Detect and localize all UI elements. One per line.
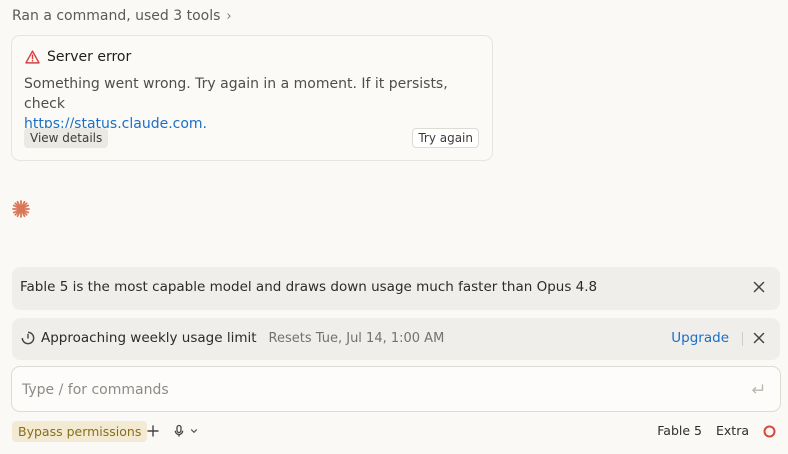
- permission-mode-button[interactable]: Bypass permissions: [12, 421, 148, 442]
- enter-icon[interactable]: [750, 382, 765, 397]
- spark-icon: [12, 200, 30, 218]
- usage-limit-label: Approaching weekly usage limit: [41, 330, 257, 346]
- error-message-text: Something went wrong. Try again in a mom…: [24, 76, 448, 112]
- error-header: Server error: [25, 49, 131, 65]
- chevron-right-icon: ›: [226, 8, 232, 24]
- composer-footer: Bypass permissions Fable 5 Extra: [12, 421, 780, 442]
- model-notice-banner: Fable 5 is the most capable model and dr…: [12, 267, 780, 310]
- tools-summary-toggle[interactable]: Ran a command, used 3 tools ›: [12, 6, 232, 26]
- gauge-icon: [21, 331, 35, 345]
- model-notice-text: Fable 5 is the most capable model and dr…: [20, 279, 598, 295]
- try-again-button[interactable]: Try again: [412, 128, 479, 148]
- extra-selector[interactable]: Extra: [716, 423, 749, 438]
- usage-limit-info: Approaching weekly usage limit Resets Tu…: [21, 330, 444, 346]
- plus-icon[interactable]: [146, 424, 160, 438]
- view-details-button[interactable]: View details: [24, 128, 109, 148]
- chevron-down-icon[interactable]: [190, 427, 198, 435]
- error-title: Server error: [47, 49, 132, 65]
- command-input[interactable]: [22, 379, 722, 401]
- error-card: Server error Something went wrong. Try a…: [11, 35, 493, 161]
- usage-limit-banner: Approaching weekly usage limit Resets Tu…: [12, 318, 780, 360]
- close-icon[interactable]: [752, 280, 766, 294]
- model-selector[interactable]: Fable 5: [657, 423, 702, 438]
- microphone-icon[interactable]: [172, 424, 186, 438]
- close-icon[interactable]: [752, 331, 766, 345]
- error-message: Something went wrong. Try again in a mom…: [24, 74, 479, 134]
- divider: [742, 332, 743, 346]
- usage-reset-time: Resets Tue, Jul 14, 1:00 AM: [268, 330, 445, 346]
- warning-triangle-icon: [25, 50, 40, 64]
- status-ring-icon[interactable]: [763, 425, 776, 438]
- tools-summary-label: Ran a command, used 3 tools: [12, 8, 221, 24]
- composer: [11, 366, 781, 412]
- upgrade-link[interactable]: Upgrade: [671, 330, 729, 346]
